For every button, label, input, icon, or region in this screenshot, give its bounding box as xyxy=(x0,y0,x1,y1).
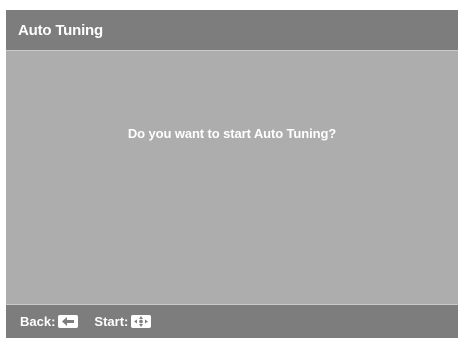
center-enter-key-icon xyxy=(131,315,152,328)
auto-tuning-screen: Auto Tuning Do you want to start Auto Tu… xyxy=(6,10,458,338)
back-hint[interactable]: Back: xyxy=(20,314,79,329)
start-label: Start: xyxy=(94,314,129,329)
left-arrow-key-icon xyxy=(58,315,79,328)
start-hint[interactable]: Start: xyxy=(94,314,152,329)
back-label: Back: xyxy=(20,314,56,329)
footer-hint-bar: Back: Start: xyxy=(6,304,458,338)
screen-title: Auto Tuning xyxy=(18,21,103,39)
confirmation-prompt: Do you want to start Auto Tuning? xyxy=(127,126,337,141)
title-bar: Auto Tuning xyxy=(6,10,458,51)
content-area: Do you want to start Auto Tuning? xyxy=(6,51,458,304)
